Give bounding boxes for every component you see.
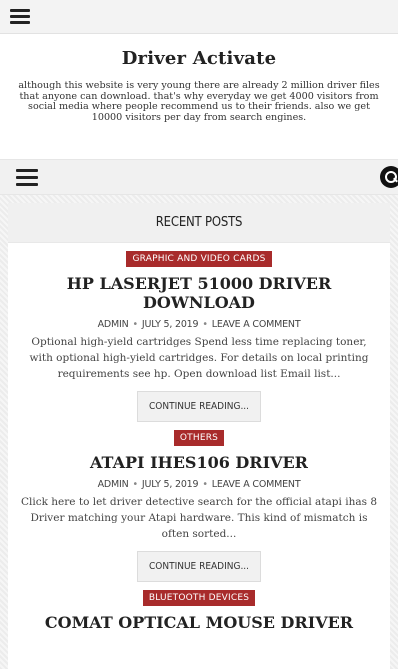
meta-separator: •	[132, 319, 138, 330]
post-item: OTHERS ATAPI IHES106 DRIVER ADMIN • JULY 5…	[8, 422, 390, 582]
site-header: Driver Activate although this website is…	[0, 34, 398, 159]
site-description: although this website is very young ther…	[18, 80, 380, 123]
post-date-link[interactable]: JULY 5, 2019	[142, 479, 199, 490]
recent-posts-panel: RECENT POSTS GRAPHIC AND VIDEO CARDS HP …	[8, 203, 390, 669]
post-item: GRAPHIC AND VIDEO CARDS HP LASERJET 5100…	[8, 243, 390, 422]
category-badge[interactable]: OTHERS	[173, 430, 225, 446]
meta-separator: •	[202, 319, 208, 330]
post-title[interactable]: HP LASERJET 51000 DRIVER DOWNLOAD	[20, 274, 378, 312]
meta-separator: •	[132, 479, 138, 490]
section-heading: RECENT POSTS	[8, 203, 390, 243]
search-icon[interactable]	[380, 166, 398, 188]
hamburger-menu-icon[interactable]	[10, 6, 30, 27]
content-area: RECENT POSTS GRAPHIC AND VIDEO CARDS HP …	[0, 195, 398, 669]
post-author-link[interactable]: ADMIN	[98, 479, 129, 490]
post-author-link[interactable]: ADMIN	[98, 319, 129, 330]
category-badge[interactable]: GRAPHIC AND VIDEO CARDS	[126, 251, 272, 267]
leave-comment-link[interactable]: LEAVE A COMMENT	[212, 479, 301, 490]
leave-comment-link[interactable]: LEAVE A COMMENT	[212, 319, 301, 330]
post-title[interactable]: COMAT OPTICAL MOUSE DRIVER	[20, 613, 378, 632]
continue-reading-button[interactable]: CONTINUE READING...	[136, 391, 262, 422]
hamburger-menu-icon[interactable]	[16, 165, 38, 190]
post-title[interactable]: ATAPI IHES106 DRIVER	[20, 453, 378, 472]
top-bar	[0, 0, 398, 34]
post-excerpt: Click here to let driver detective searc…	[20, 496, 378, 540]
post-meta: ADMIN • JULY 5, 2019 • LEAVE A COMMENT	[20, 479, 378, 490]
post-item: BLUETOOTH DEVICES COMAT OPTICAL MOUSE DR…	[8, 582, 390, 632]
post-excerpt: Optional high-yield cartridges Spend les…	[29, 336, 369, 380]
main-navbar	[0, 159, 398, 195]
post-date-link[interactable]: JULY 5, 2019	[142, 319, 199, 330]
post-meta: ADMIN • JULY 5, 2019 • LEAVE A COMMENT	[20, 319, 378, 330]
site-title[interactable]: Driver Activate	[10, 48, 388, 69]
category-badge[interactable]: BLUETOOTH DEVICES	[142, 590, 256, 606]
continue-reading-button[interactable]: CONTINUE READING...	[136, 551, 262, 582]
meta-separator: •	[202, 479, 208, 490]
